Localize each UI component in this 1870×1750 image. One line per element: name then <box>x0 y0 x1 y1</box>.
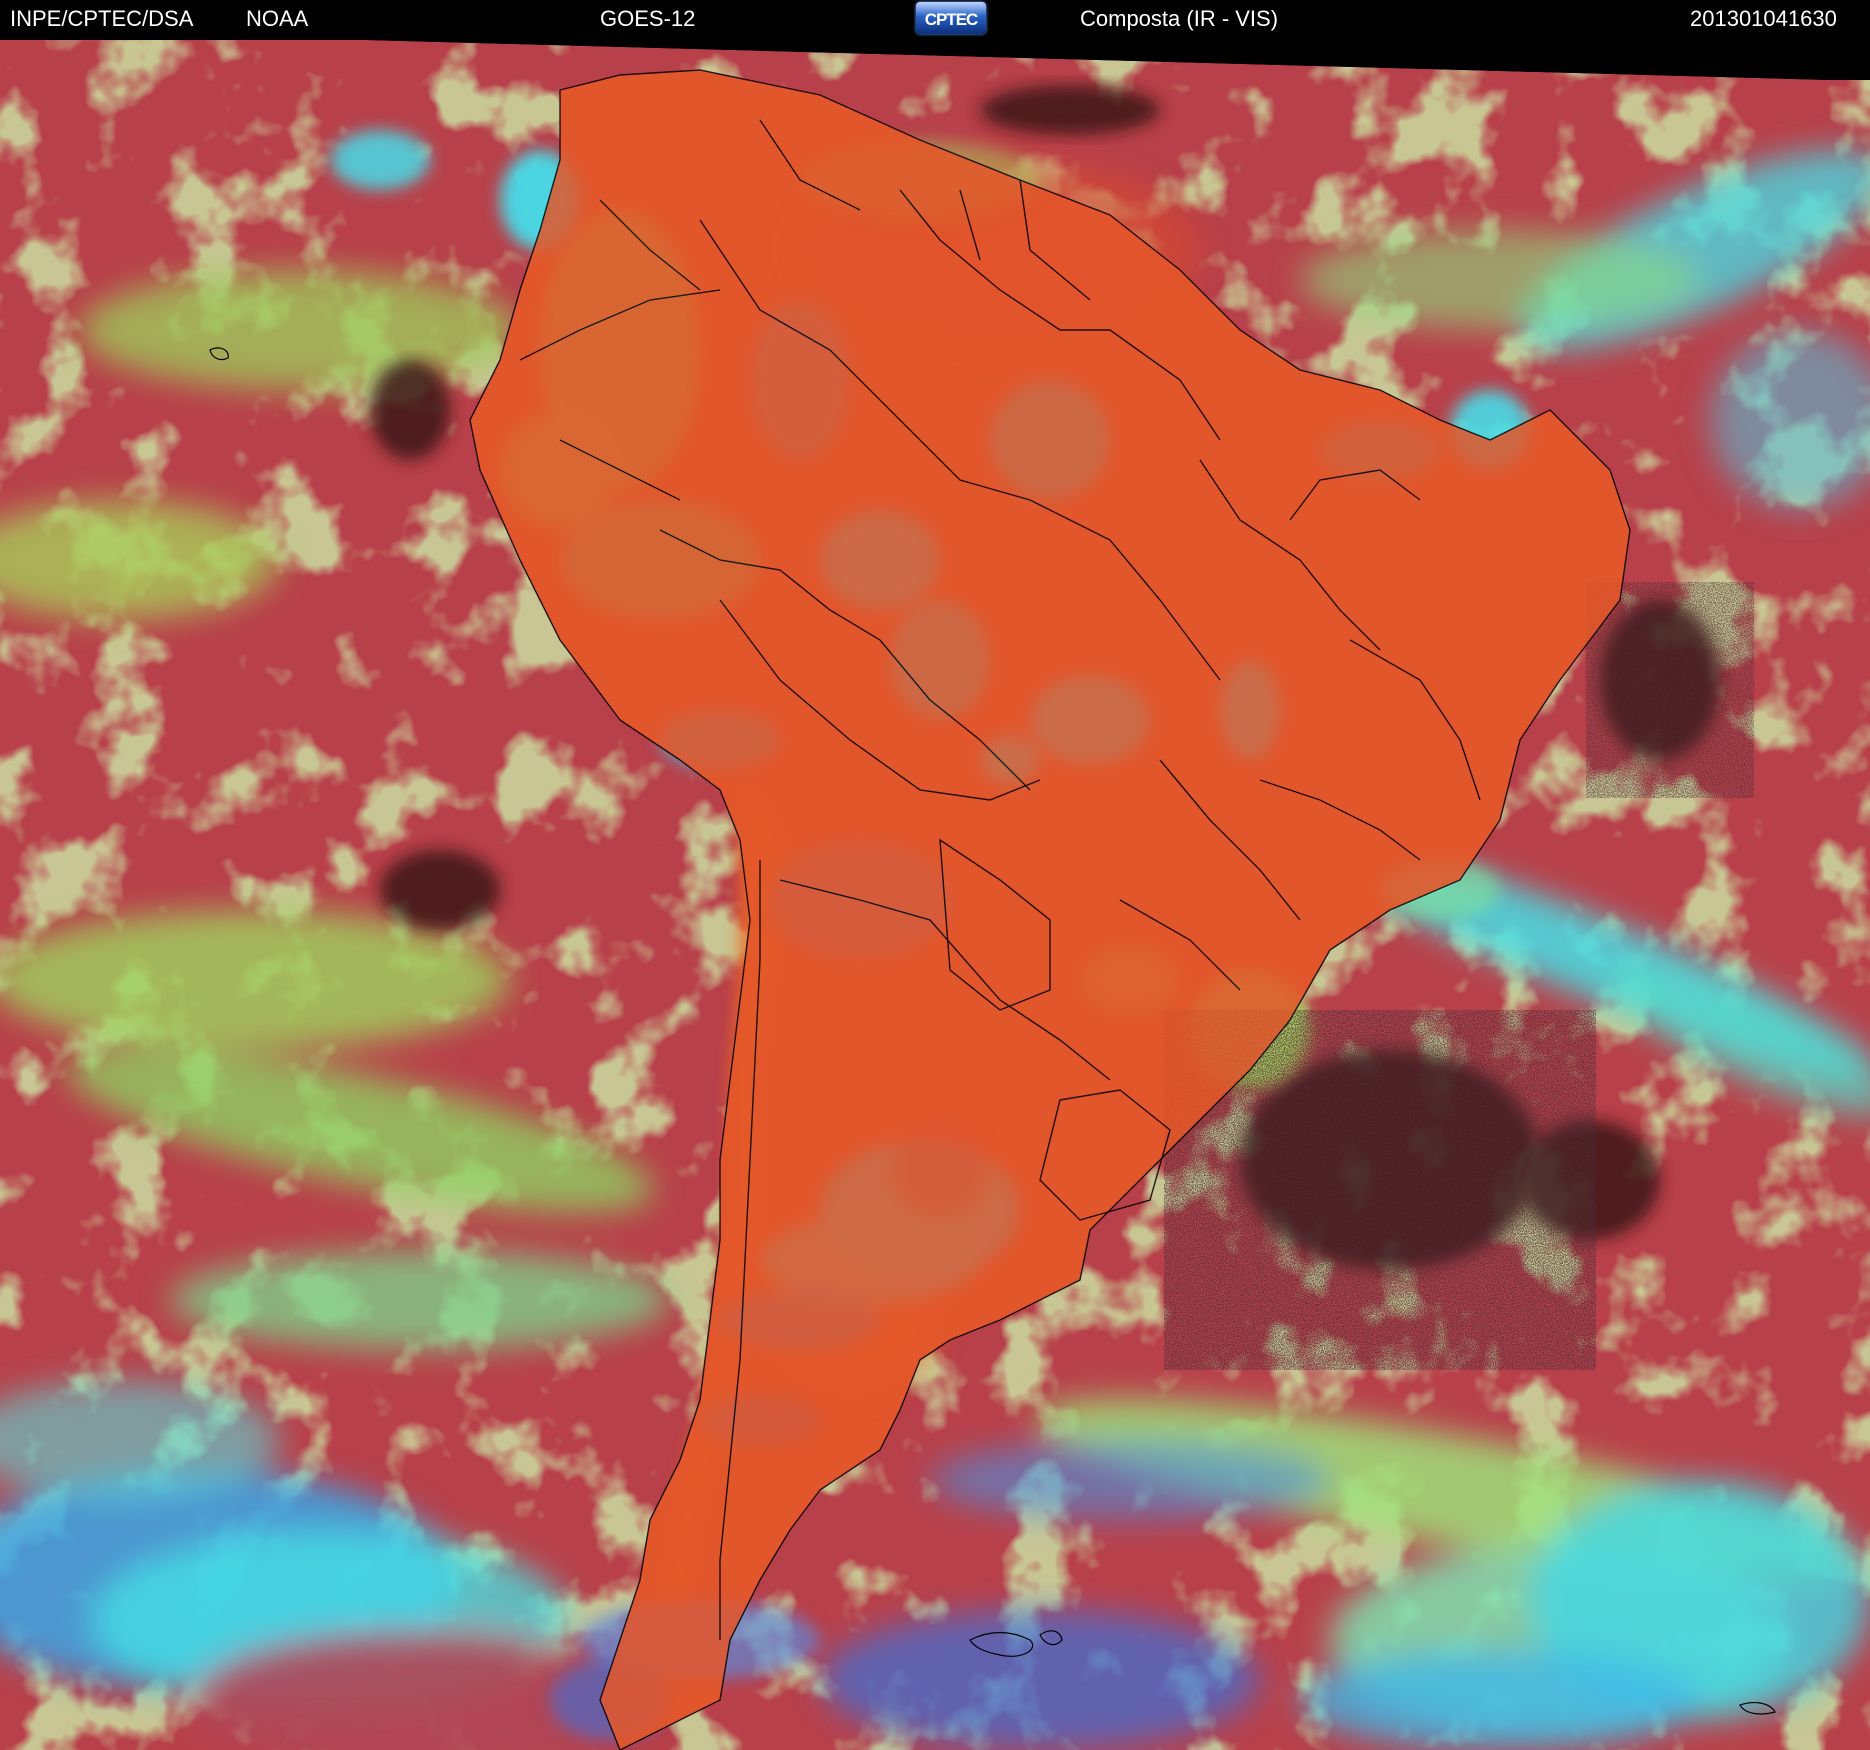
satellite-image <box>0 0 1870 1750</box>
logo-text: CPTEC <box>924 10 979 29</box>
cptec-logo: CPTEC <box>916 2 986 34</box>
header-bar: INPE/CPTEC/DSA NOAA GOES-12 CPTEC Compos… <box>0 0 1870 40</box>
timestamp-label: 201301041630 <box>1690 6 1837 31</box>
source-label: NOAA <box>246 6 309 31</box>
product-label: Composta (IR - VIS) <box>1080 6 1279 31</box>
satellite-label: GOES-12 <box>600 6 696 31</box>
agency-label: INPE/CPTEC/DSA <box>10 6 194 31</box>
